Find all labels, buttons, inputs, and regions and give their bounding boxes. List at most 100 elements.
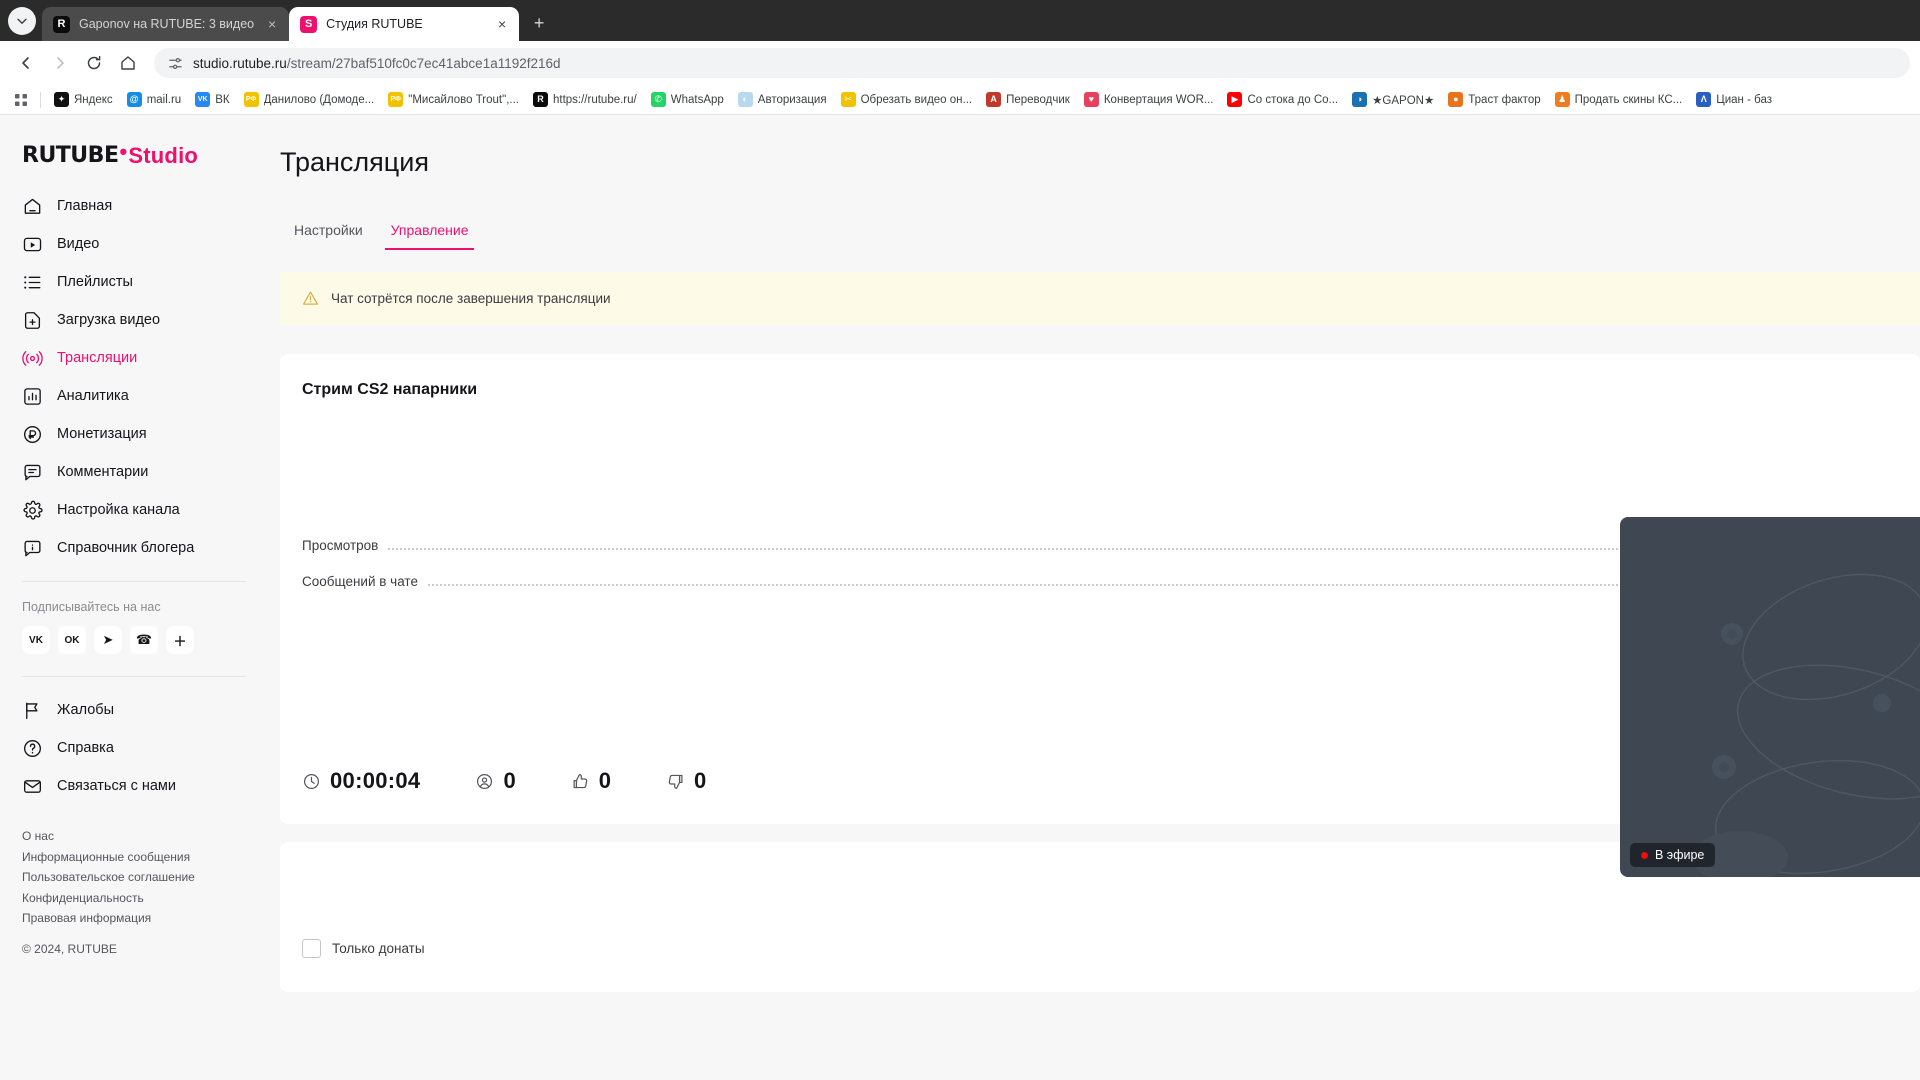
sidebar-item-плейлисты[interactable]: Плейлисты bbox=[0, 263, 268, 301]
bookmark-label: Траст фактор bbox=[1468, 93, 1541, 106]
reload-button[interactable] bbox=[78, 47, 110, 79]
sidebar-item-label: Связаться с нами bbox=[57, 778, 177, 794]
bookmark-item[interactable]: ♥ Конвертация WOR... bbox=[1077, 89, 1221, 110]
browser-tab-1[interactable]: S Студия RUTUBE × bbox=[289, 7, 520, 41]
bookmark-label: mail.ru bbox=[146, 93, 182, 106]
footer-link[interactable]: Пользовательское соглашение bbox=[22, 868, 268, 887]
ok-icon[interactable]: OK bbox=[58, 626, 86, 654]
bookmark-label: Продать скины КС... bbox=[1574, 93, 1683, 106]
page-root: RUTUBE • Studio Главная Видео Плейлисты Загру… bbox=[0, 115, 1920, 1080]
sidebar-item-аналитика[interactable]: Аналитика bbox=[0, 377, 268, 415]
grid-icon bbox=[15, 93, 27, 106]
bookmark-label: ВК bbox=[215, 93, 230, 106]
more-icon[interactable]: ＋ bbox=[166, 626, 194, 654]
address-bar-text: studio.rutube.ru/stream/27baf510fc0c7ec4… bbox=[193, 56, 561, 71]
footer-link[interactable]: Конфиденциальность bbox=[22, 889, 268, 908]
mail-icon bbox=[22, 776, 43, 797]
bookmark-item[interactable]: Rhttps://rutube.ru/ bbox=[526, 89, 644, 110]
bookmark-item[interactable]: РФ "Мисайлово Trout",... bbox=[381, 89, 526, 110]
apps-grid-icon[interactable] bbox=[8, 89, 34, 111]
viber-icon[interactable]: ☎ bbox=[130, 626, 158, 654]
bookmark-item[interactable]: ● Траст фактор bbox=[1441, 89, 1547, 110]
thumbs-down-icon bbox=[666, 772, 685, 791]
rf-icon: РФ bbox=[243, 92, 259, 107]
vk-icon[interactable]: VK bbox=[22, 626, 50, 654]
bookmark-item[interactable]: ◑ ★GAPON★ bbox=[1345, 89, 1441, 110]
footer-links: О нас Информационные сообщения Пользовател… bbox=[0, 805, 268, 928]
bookmark-item[interactable]: РФ Данилово (Домоде... bbox=[237, 89, 382, 110]
bookmark-label: https://rutube.ru/ bbox=[552, 93, 637, 106]
sidebar-item-справочник-блогера[interactable]: Справочник блогера bbox=[0, 529, 268, 567]
bookmark-item[interactable]: Λ Циан - баз bbox=[1689, 89, 1779, 110]
logo-rutube: RUTUBE bbox=[22, 143, 119, 168]
bookmark-item[interactable]: VK ВК bbox=[188, 89, 236, 110]
sidebar-item-трансляции[interactable]: Трансляции bbox=[0, 339, 268, 377]
sidebar-item-комментарии[interactable]: Комментарии bbox=[0, 453, 268, 491]
tab-управление[interactable]: Управление bbox=[377, 212, 483, 250]
metric-value: 0 bbox=[503, 768, 516, 793]
footer-link[interactable]: О нас bbox=[22, 827, 268, 846]
close-icon[interactable]: × bbox=[493, 15, 511, 33]
sidebar-item-связаться-с-нами[interactable]: Связаться с нами bbox=[0, 767, 268, 805]
logo-dot: • bbox=[119, 139, 128, 164]
warning-banner: Чат сотрётся после завершения трансляции bbox=[280, 272, 1920, 325]
donate-only-row[interactable]: Только донаты bbox=[302, 939, 425, 958]
tab-настройки[interactable]: Настройки bbox=[280, 212, 377, 250]
whatsapp-icon: ✆ bbox=[650, 92, 666, 107]
bookmark-item[interactable]: ◐ Авторизация bbox=[731, 89, 834, 110]
footer-link[interactable]: Правовая информация bbox=[22, 909, 268, 928]
bookmark-item[interactable]: ✆ WhatsApp bbox=[644, 89, 731, 110]
close-icon[interactable]: × bbox=[263, 15, 281, 33]
on-air-badge: В эфире bbox=[1630, 843, 1716, 867]
sidebar-item-главная[interactable]: Главная bbox=[0, 187, 268, 225]
bookmark-item[interactable]: ▶ Со стока до Со... bbox=[1220, 89, 1345, 110]
sidebar-item-label: Монетизация bbox=[57, 426, 147, 442]
sidebar-item-монетизация[interactable]: Монетизация bbox=[0, 415, 268, 453]
forward-button[interactable] bbox=[44, 47, 76, 79]
telegram-icon[interactable]: ➤ bbox=[94, 626, 122, 654]
video-icon bbox=[22, 234, 43, 255]
sidebar-item-настройка-канала[interactable]: Настройка канала bbox=[0, 491, 268, 529]
page-title: Трансляция bbox=[280, 147, 429, 177]
rutube-icon: R bbox=[532, 92, 548, 107]
stream-metrics: 00:00:04 0 0 0 bbox=[280, 768, 761, 794]
sidebar-item-загрузка-видео[interactable]: Загрузка видео bbox=[0, 301, 268, 339]
bookmark-label: Со стока до Со... bbox=[1247, 93, 1339, 106]
tab-strip: R Gaponov на RUTUBE: 3 видео × S Студия … bbox=[0, 0, 1920, 41]
bookmark-item[interactable]: ♟ Продать скины КС... bbox=[1548, 89, 1690, 110]
bookmark-label: Данилово (Домоде... bbox=[263, 93, 375, 106]
convert-icon: ♥ bbox=[1083, 92, 1099, 107]
tune-icon[interactable] bbox=[168, 56, 183, 71]
live-dot-icon bbox=[1641, 851, 1648, 859]
stream-preview-panel[interactable]: В эфире bbox=[1620, 517, 1920, 877]
sidebar-item-label: Справка bbox=[57, 740, 114, 756]
app-logo[interactable]: RUTUBE • Studio bbox=[0, 115, 268, 185]
bookmark-item[interactable]: @ mail.ru bbox=[120, 89, 189, 110]
tab-search-button[interactable] bbox=[8, 7, 36, 35]
donate-only-checkbox[interactable] bbox=[302, 939, 321, 958]
bookmark-item[interactable]: ✂ Обрезать видео он... bbox=[834, 89, 980, 110]
new-tab-button[interactable]: + bbox=[525, 9, 553, 37]
info-icon bbox=[22, 538, 43, 559]
sidebar-item-видео[interactable]: Видео bbox=[0, 225, 268, 263]
bookmark-label: ★GAPON★ bbox=[1372, 94, 1435, 107]
sidebar-item-жалобы[interactable]: Жалобы bbox=[0, 691, 268, 729]
home-button[interactable] bbox=[112, 47, 144, 79]
metric-likes: 0 bbox=[571, 768, 611, 794]
home-icon bbox=[121, 56, 135, 70]
upload-icon bbox=[22, 310, 43, 331]
playlist-icon bbox=[22, 272, 43, 293]
thumbs-up-icon bbox=[571, 772, 590, 791]
youtube-icon: ▶ bbox=[1227, 92, 1243, 107]
bookmark-item[interactable]: A Переводчик bbox=[979, 89, 1077, 110]
follow-us-title: Подписывайтесь на нас bbox=[22, 600, 161, 614]
browser-tab-0[interactable]: R Gaponov на RUTUBE: 3 видео × bbox=[42, 7, 290, 41]
back-button[interactable] bbox=[10, 47, 42, 79]
sidebar-item-label: Главная bbox=[57, 198, 113, 214]
address-bar[interactable]: studio.rutube.ru/stream/27baf510fc0c7ec4… bbox=[154, 48, 1910, 78]
footer-link[interactable]: Информационные сообщения bbox=[22, 848, 268, 867]
bookmark-item[interactable]: ✦ Яндекс bbox=[47, 89, 120, 110]
comments-icon bbox=[22, 462, 43, 483]
sidebar-item-справка[interactable]: Справка bbox=[0, 729, 268, 767]
broadcast-icon bbox=[22, 348, 43, 369]
